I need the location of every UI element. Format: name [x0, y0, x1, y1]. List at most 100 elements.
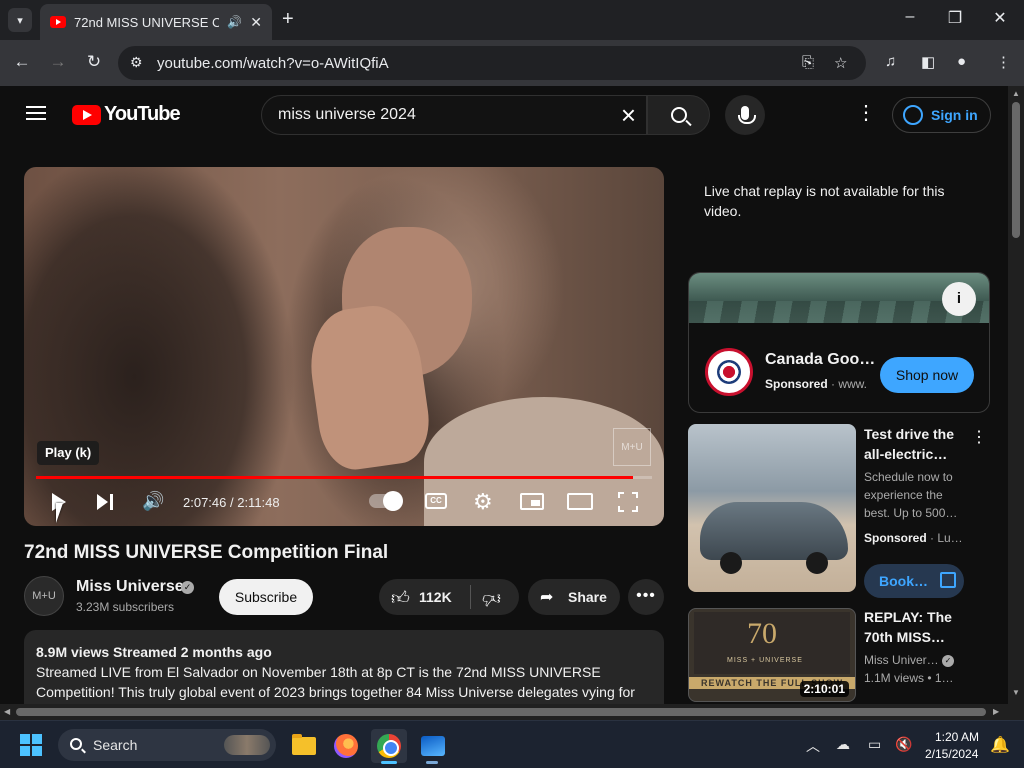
description-box[interactable]: 8.9M views Streamed 2 months ago Streame… [24, 630, 664, 708]
recommendation-title[interactable]: REPLAY: The 70th MISS… [864, 607, 974, 647]
browser-tab[interactable]: 72nd MISS UNIVERSE Competition Final 🔊 ✕ [40, 4, 272, 40]
verified-check-icon: ✓ [181, 581, 194, 594]
search-highlight-image [224, 735, 270, 755]
install-app-icon[interactable]: ⎘ [802, 54, 814, 71]
clear-search-icon[interactable]: × [621, 100, 636, 130]
site-settings-icon[interactable]: ⚙ [130, 54, 143, 71]
running-indicator [381, 761, 397, 764]
back-arrow-icon[interactable]: ← [11, 52, 33, 72]
microphone-icon [738, 106, 756, 124]
volume-muted-icon[interactable]: 🔇 [895, 736, 912, 753]
recommendation-thumbnail-replay[interactable]: 70 MISS + UNIVERSE REWATCH THE FULL SHOW… [688, 608, 856, 702]
scroll-down-icon[interactable]: ▼ [1012, 688, 1020, 697]
advertiser-name[interactable]: Canada Goo… [765, 351, 875, 369]
search-query-text[interactable]: miss universe 2024 [278, 106, 416, 124]
clock-time[interactable]: 1:20 AM [935, 730, 979, 744]
subscribe-button[interactable]: Subscribe [219, 579, 313, 615]
search-input[interactable]: miss universe 2024 × [261, 95, 647, 135]
taskbar-search[interactable]: Search [58, 729, 276, 761]
captions-icon[interactable]: CC [425, 493, 447, 509]
shop-now-button[interactable]: Shop now [880, 357, 974, 393]
car-wheel [806, 552, 828, 574]
thumbs-down-icon[interactable]: 👍︎ [482, 588, 501, 610]
theater-mode-icon[interactable] [567, 493, 593, 510]
horizontal-scroll-thumb[interactable] [16, 708, 986, 716]
thumbs-up-icon[interactable]: 👍︎ [391, 587, 410, 609]
browser-toolbar: ← → ↻ ⚙ youtube.com/watch?v=o-AWitIQfiA … [0, 40, 1024, 86]
scroll-right-icon[interactable]: ▶ [993, 707, 999, 716]
horizontal-scrollbar[interactable]: ◀ ▶ [0, 704, 1024, 720]
tab-search-button[interactable]: ▾ [8, 8, 32, 32]
restore-icon[interactable]: ❐ [943, 8, 967, 28]
chrome-menu-icon[interactable]: ⋮ [996, 53, 1011, 71]
settings-menu-icon[interactable]: ⋮ [856, 100, 876, 125]
cloud-offline-icon[interactable]: ☁ [836, 736, 850, 753]
recommendation-title[interactable]: Test drive the all-electric… [864, 424, 964, 464]
minimize-icon[interactable]: – [898, 8, 922, 26]
sponsored-label: Sponsored [765, 377, 828, 391]
photos-app[interactable] [414, 729, 450, 764]
scroll-up-icon[interactable]: ▲ [1012, 89, 1020, 98]
video-title: 72nd MISS UNIVERSE Competition Final [24, 542, 389, 563]
vertical-scrollbar[interactable]: ▲ ▼ [1008, 86, 1024, 704]
youtube-header: YouTube miss universe 2024 × ⋮ Sign in [0, 86, 1008, 142]
bookmark-star-icon[interactable]: ☆ [834, 54, 847, 72]
like-divider [470, 585, 471, 609]
voice-search-button[interactable] [725, 95, 765, 135]
more-actions-icon[interactable]: ••• [628, 579, 664, 615]
url-text[interactable]: youtube.com/watch?v=o-AWitIQfiA [157, 55, 389, 72]
recommendation-channel[interactable]: Miss Univer… [864, 653, 939, 667]
time-display: 2:07:46 / 2:11:48 [183, 495, 280, 510]
tray-chevron-up-icon[interactable]: ︿ [806, 736, 820, 756]
vertical-scroll-thumb[interactable] [1012, 102, 1020, 238]
firefox-app[interactable] [327, 729, 363, 763]
media-control-icon[interactable]: ♫ [885, 53, 896, 70]
fullscreen-icon[interactable] [618, 492, 638, 512]
guide-menu-icon[interactable] [26, 106, 46, 120]
windows-start-icon[interactable] [20, 734, 42, 756]
car-wheel [720, 552, 742, 574]
chevron-down-icon: ▾ [17, 14, 23, 27]
video-duration-badge: 2:10:01 [799, 681, 849, 697]
channel-watermark[interactable]: M+U [613, 428, 651, 466]
clock-date[interactable]: 2/15/2024 [925, 747, 978, 761]
reload-icon[interactable]: ↻ [83, 52, 105, 72]
advertiser-logo[interactable] [705, 348, 753, 396]
notification-bell-icon[interactable]: 🔔 [990, 735, 1010, 755]
miniplayer-icon[interactable] [520, 493, 544, 510]
info-icon[interactable]: i [942, 282, 976, 316]
side-panel-icon[interactable]: ◧ [921, 53, 935, 71]
video-player[interactable]: M+U Play (k) 🔊 2:07:46 / 2:11:48 CC ⚙ [24, 167, 664, 526]
recommendation-thumbnail-car[interactable] [688, 424, 856, 592]
forward-arrow-icon[interactable]: → [47, 52, 69, 72]
like-count[interactable]: 112K [419, 589, 452, 605]
close-window-icon[interactable]: ✕ [988, 8, 1012, 28]
close-tab-icon[interactable]: ✕ [250, 14, 262, 31]
player-settings-icon[interactable]: ⚙ [473, 489, 493, 515]
recommendation-meta: 1.1M views • 1… [864, 671, 954, 685]
file-explorer-app[interactable] [284, 729, 320, 763]
volume-icon[interactable]: 🔊 [142, 491, 164, 512]
thumbnail-number: 70 [747, 617, 777, 650]
speaker-icon[interactable]: 🔊 [227, 15, 242, 29]
youtube-logo[interactable]: YouTube [72, 103, 181, 126]
scroll-left-icon[interactable]: ◀ [4, 707, 10, 716]
next-video-icon[interactable] [97, 493, 115, 511]
new-tab-button[interactable]: + [282, 8, 294, 30]
address-bar[interactable]: ⚙ youtube.com/watch?v=o-AWitIQfiA ⎘ ☆ [118, 46, 866, 80]
ad-card[interactable]: i Canada Goo… Sponsored · www. Shop now [688, 272, 990, 413]
running-indicator [426, 761, 438, 764]
channel-name[interactable]: Miss Universe [76, 578, 184, 596]
display-icon[interactable]: ▭ [868, 736, 881, 753]
youtube-favicon-icon [50, 16, 66, 28]
sign-in-button[interactable]: Sign in [892, 97, 991, 133]
autoplay-toggle[interactable] [369, 491, 403, 511]
channel-avatar[interactable]: M+U [24, 576, 64, 616]
share-button[interactable]: ➦ Share [528, 579, 620, 615]
progress-bar[interactable] [36, 476, 652, 479]
browser-tab-bar: ▾ 72nd MISS UNIVERSE Competition Final 🔊… [0, 0, 1024, 40]
chrome-app[interactable] [371, 729, 407, 764]
recommendation-menu-icon[interactable]: ⋮ [971, 427, 987, 447]
profile-icon[interactable]: ● [957, 53, 966, 70]
search-button[interactable] [647, 95, 710, 135]
